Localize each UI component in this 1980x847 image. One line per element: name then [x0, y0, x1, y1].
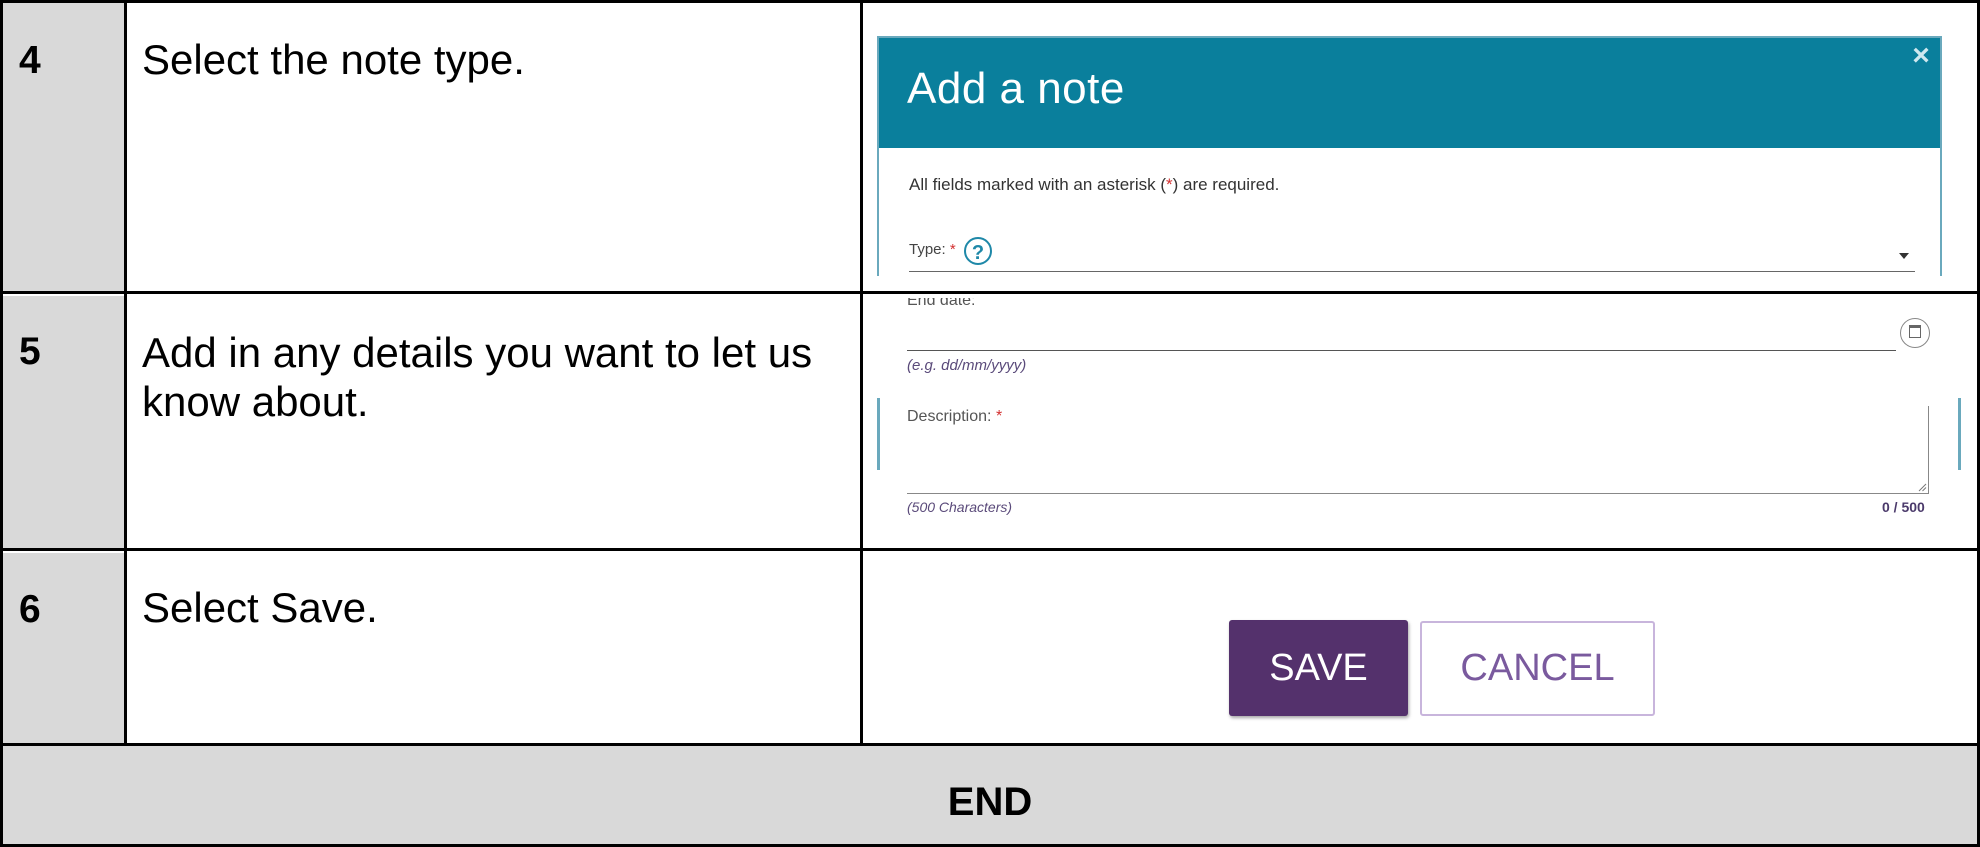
required-note-text-end: ) are required. [1172, 175, 1280, 194]
end-date-input[interactable] [907, 350, 1896, 351]
add-note-screenshot: Add a note × All fields marked with an a… [877, 36, 1942, 276]
row-divider-2 [0, 548, 1980, 551]
dialog-header: Add a note × [879, 38, 1940, 148]
save-button[interactable]: SAVE [1229, 620, 1408, 716]
details-form-screenshot: End date: (e.g. dd/mm/yyyy) Description:… [877, 298, 1942, 530]
step-instruction: Select the note type. [142, 36, 525, 83]
chevron-down-icon[interactable] [1899, 253, 1909, 259]
column-divider-1 [124, 0, 127, 746]
help-icon[interactable]: ? [964, 237, 992, 265]
dialog-right-edge [1958, 398, 1961, 470]
add-note-dialog: Add a note × All fields marked with an a… [877, 36, 1942, 276]
table-border-left [0, 0, 3, 847]
description-textarea[interactable] [907, 406, 1929, 494]
required-asterisk: * [949, 241, 956, 258]
dialog-title: Add a note [907, 64, 1125, 113]
row-divider-1 [0, 291, 1980, 294]
required-asterisk: * [995, 408, 1003, 425]
character-counter: 0 / 500 [1882, 499, 1925, 515]
description-hint: (500 Characters) [907, 499, 1013, 515]
dialog-left-edge [877, 398, 880, 470]
step-number-cell-6 [3, 553, 124, 743]
column-divider-2 [860, 0, 863, 746]
required-note-text: All fields marked with an asterisk ( [909, 175, 1166, 194]
table-border-top [0, 0, 1980, 3]
type-select[interactable] [909, 271, 1915, 272]
step-instruction: Select Save. [142, 584, 378, 631]
step-number: 6 [19, 588, 41, 631]
resize-handle-icon[interactable] [1917, 482, 1927, 492]
required-fields-note: All fields marked with an asterisk (*) a… [909, 175, 1279, 195]
step-number: 5 [19, 330, 41, 373]
required-asterisk: * [1165, 175, 1173, 194]
description-label: Description: * [907, 408, 1002, 426]
row-divider-3 [0, 743, 1980, 746]
type-field-label: Type: * [909, 241, 956, 258]
type-label-text: Type: [909, 241, 946, 258]
close-icon[interactable]: × [1907, 41, 1935, 71]
cancel-button[interactable]: CANCEL [1420, 621, 1655, 716]
end-date-label: End date: [907, 298, 976, 309]
step-number: 4 [19, 39, 41, 82]
calendar-icon[interactable] [1900, 318, 1930, 348]
calendar-icon-body [1909, 327, 1921, 338]
end-label: END [947, 780, 1033, 824]
step-instruction: Add in any details you want to let us kn… [142, 329, 813, 425]
description-label-text: Description: [907, 408, 992, 425]
end-date-hint: (e.g. dd/mm/yyyy) [907, 357, 1027, 374]
